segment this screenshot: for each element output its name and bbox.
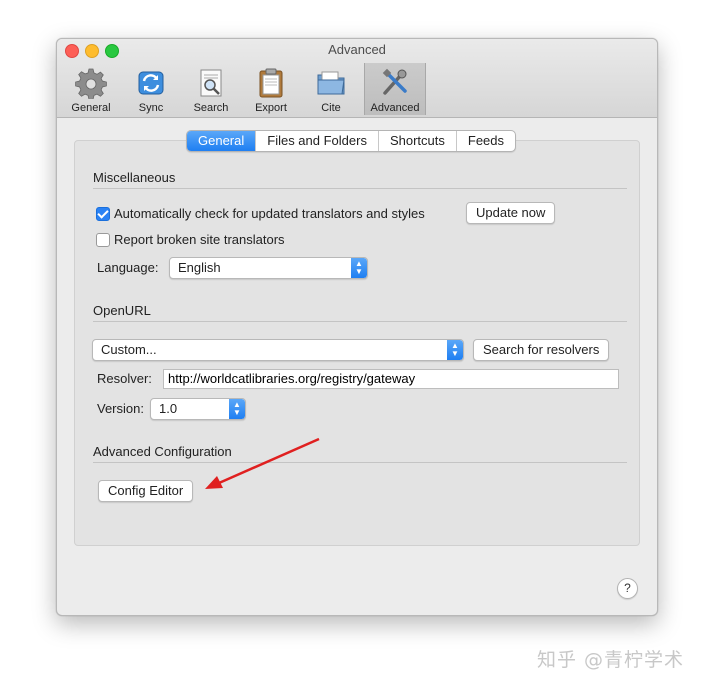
tools-icon <box>382 68 407 95</box>
sync-icon <box>138 71 164 95</box>
tab-feeds[interactable]: Feeds <box>457 131 515 151</box>
help-button[interactable]: ? <box>617 578 638 599</box>
annotation-arrow-icon <box>205 437 320 489</box>
resolver-label: Resolver: <box>97 371 152 386</box>
section-divider <box>93 321 627 322</box>
language-select[interactable]: English ▲ ▼ <box>169 257 368 279</box>
title-bar: Advanced General Sync Search Export Cite… <box>57 39 657 118</box>
toolbar-label: Search <box>193 102 229 114</box>
toolbar-item-export[interactable]: Export <box>241 63 301 115</box>
folder-icon <box>317 71 345 95</box>
tab-files-and-folders[interactable]: Files and Folders <box>256 131 379 151</box>
toolbar-item-advanced[interactable]: Advanced <box>364 63 426 115</box>
update-now-button[interactable]: Update now <box>466 202 556 224</box>
window-title: Advanced <box>328 42 386 57</box>
search-for-resolvers-button[interactable]: Search for resolvers <box>473 339 610 361</box>
tab-shortcuts[interactable]: Shortcuts <box>379 131 457 151</box>
search-document-icon <box>200 69 222 97</box>
version-value: 1.0 <box>159 401 178 416</box>
report-broken-label: Report broken site translators <box>114 232 285 247</box>
version-label: Version: <box>97 401 144 416</box>
chevron-up-down-icon: ▲ ▼ <box>229 399 245 419</box>
toolbar-item-sync[interactable]: Sync <box>121 63 181 115</box>
toolbar-item-search[interactable]: Search <box>181 63 241 115</box>
toolbar-label: Advanced <box>370 102 420 114</box>
language-label: Language: <box>97 260 159 275</box>
gear-icon <box>75 68 107 99</box>
tab-general[interactable]: General <box>187 131 257 151</box>
miscellaneous-heading: Miscellaneous <box>93 170 176 185</box>
toolbar-item-cite[interactable]: Cite <box>301 63 361 115</box>
clipboard-icon <box>259 68 283 98</box>
watermark: 知乎 @青柠学术 <box>537 649 685 671</box>
preferences-window: Advanced General Sync Search Export Cite… <box>56 38 658 616</box>
toolbar-label: General <box>71 102 111 114</box>
resolver-preset-value: Custom... <box>101 342 157 357</box>
toolbar-label: Cite <box>321 102 341 114</box>
section-divider <box>93 462 627 463</box>
tab-bar: General Files and Folders Shortcuts Feed… <box>186 130 517 152</box>
resolver-preset-select[interactable]: Custom... ▲ ▼ <box>92 339 464 361</box>
toolbar-label: Export <box>255 102 287 114</box>
toolbar-label: Sync <box>138 102 164 114</box>
report-broken-checkbox[interactable] <box>96 233 110 247</box>
version-select[interactable]: 1.0 ▲ ▼ <box>150 398 246 420</box>
auto-check-label: Automatically check for updated translat… <box>114 206 425 221</box>
openurl-heading: OpenURL <box>93 303 151 318</box>
auto-check-checkbox[interactable] <box>96 207 110 221</box>
resolver-url-input[interactable] <box>163 369 619 389</box>
language-value: English <box>178 260 221 275</box>
chevron-up-down-icon: ▲ ▼ <box>447 340 463 360</box>
section-divider <box>93 188 627 189</box>
chevron-up-down-icon: ▲ ▼ <box>351 258 367 278</box>
config-editor-button[interactable]: Config Editor <box>98 480 194 502</box>
toolbar-item-general[interactable]: General <box>61 63 121 115</box>
